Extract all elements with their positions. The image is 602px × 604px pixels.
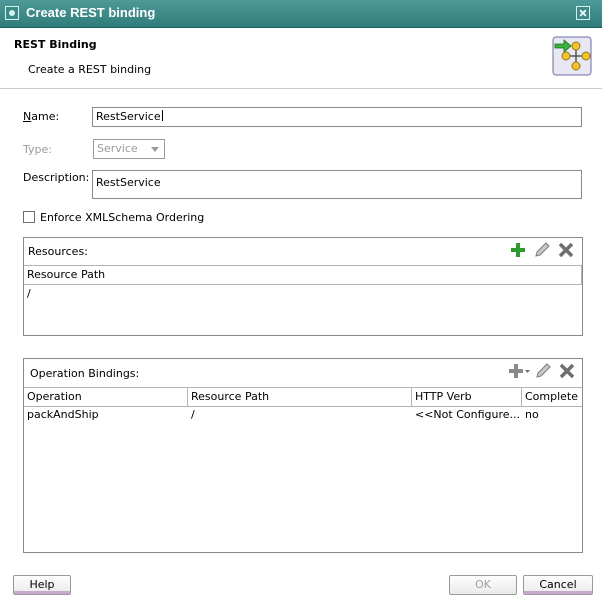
type-label: Type: — [23, 143, 52, 156]
type-value: Service — [97, 142, 138, 155]
ok-button-label: OK — [475, 578, 491, 591]
resources-row[interactable]: / — [25, 286, 229, 301]
header-title: REST Binding — [14, 38, 97, 51]
operation-bindings-panel: Operation Bindings: Operation Resource P… — [23, 358, 583, 553]
delete-resource-x-icon[interactable] — [557, 241, 575, 259]
operation-bindings-label: Operation Bindings: — [30, 367, 140, 380]
cell-http-verb: <<Not Configure... — [415, 408, 521, 421]
enforce-ordering-label[interactable]: Enforce XMLSchema Ordering — [40, 211, 204, 224]
enforce-ordering-checkbox[interactable] — [23, 211, 35, 223]
name-value: RestService — [96, 110, 161, 123]
title-bar[interactable]: Create REST binding — [0, 0, 602, 28]
column-resource-path[interactable]: Resource Path — [188, 388, 412, 407]
edit-operation-pencil-icon[interactable] — [534, 362, 552, 380]
column-http-verb[interactable]: HTTP Verb — [412, 388, 522, 407]
resources-label: Resources: — [28, 245, 88, 258]
cell-resource-path: / — [191, 408, 195, 421]
window-title: Create REST binding — [26, 5, 156, 20]
description-field[interactable]: RestService — [92, 170, 582, 199]
column-complete[interactable]: Complete — [522, 388, 582, 407]
window-menu-icon[interactable] — [5, 6, 19, 20]
close-icon[interactable] — [576, 6, 590, 20]
resources-panel: Resources: Resource Path / — [23, 237, 583, 336]
name-label: Name: — [23, 110, 60, 123]
ok-button[interactable]: OK — [449, 575, 517, 595]
rest-binding-wizard-icon — [552, 36, 592, 76]
dialog-header: REST Binding Create a REST binding — [0, 28, 602, 89]
header-subtitle: Create a REST binding — [28, 63, 152, 76]
help-button[interactable]: Help — [13, 575, 71, 595]
dialog-body: Name: RestService Type: Service Descript… — [0, 89, 602, 604]
description-value: RestService — [96, 176, 161, 189]
cancel-button[interactable]: Cancel — [523, 575, 593, 595]
name-field[interactable]: RestService — [92, 107, 582, 127]
edit-resource-pencil-icon[interactable] — [533, 241, 551, 259]
delete-operation-x-icon[interactable] — [558, 362, 576, 380]
column-operation[interactable]: Operation — [24, 388, 188, 407]
description-label: Description: — [23, 171, 90, 184]
text-caret — [161, 110, 163, 121]
help-button-label: Help — [29, 578, 55, 591]
table-row[interactable]: packAndShip / <<Not Configure... no — [24, 407, 582, 423]
type-select: Service — [93, 139, 165, 159]
add-operation-plus-icon[interactable] — [507, 362, 531, 380]
chevron-down-icon — [151, 147, 159, 152]
add-resource-plus-icon[interactable] — [509, 241, 527, 259]
cancel-button-label: Cancel — [539, 578, 577, 591]
resources-column-header[interactable]: Resource Path — [24, 265, 582, 285]
cell-complete: no — [525, 408, 539, 421]
name-label-text: ame: — [31, 110, 60, 123]
cell-operation: packAndShip — [27, 408, 99, 421]
